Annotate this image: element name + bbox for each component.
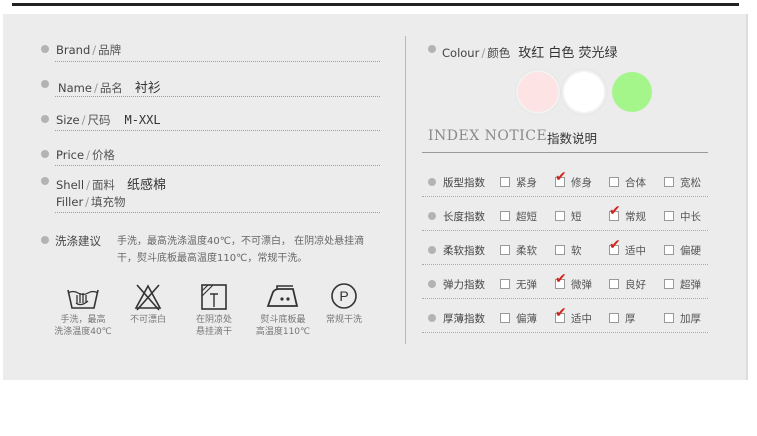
index-option[interactable]: 微弹 — [555, 271, 592, 292]
bullet — [428, 212, 436, 220]
name-label: Name — [58, 81, 92, 95]
index-option[interactable]: 中长 — [664, 209, 701, 224]
bullet — [41, 150, 49, 158]
shell-cn: 面料 — [91, 178, 115, 192]
index-rule — [422, 152, 708, 153]
filler-label: Filler — [56, 195, 84, 209]
shell-label: Shell — [56, 178, 85, 192]
swatch-white[interactable] — [562, 70, 606, 114]
svg-text:P: P — [339, 288, 348, 304]
care-label: 洗涤建议 — [55, 234, 101, 248]
bullet — [428, 314, 436, 322]
colour-values: 玫红 白色 荧光绿 — [518, 46, 618, 61]
hand-wash-icon — [63, 282, 103, 312]
name-value: 衬衫 — [134, 81, 161, 96]
shell-row: Shell / 面料 纸感棉 — [56, 178, 166, 193]
bullet — [41, 80, 49, 88]
index-option[interactable]: 偏硬 — [664, 243, 701, 258]
size-value: M-XXL — [124, 113, 161, 127]
index-option[interactable]: 常规 — [609, 203, 646, 224]
bullet — [428, 246, 436, 254]
colour-cn: 颜色 — [487, 46, 511, 60]
top-rule — [12, 3, 739, 6]
care-text: 手洗，最高洗涤温度40℃，不可漂白， 在阴凉处悬挂滴干，熨斗底板最高温度110℃… — [117, 236, 365, 264]
index-option[interactable]: 厚 — [609, 311, 636, 326]
drip-dry-label: 在阴凉处 悬挂滴干 — [195, 315, 232, 337]
bullet — [428, 280, 436, 288]
bullet — [41, 45, 49, 53]
name-row: Name / 品名 衬衫 — [58, 81, 161, 96]
index-option[interactable]: 修身 — [555, 169, 592, 190]
dotted-line — [55, 165, 380, 166]
index-label: 版型指数 — [443, 177, 485, 189]
bullet — [428, 45, 436, 53]
brand-cn: 品牌 — [98, 43, 122, 57]
dry-clean-label: 常规干洗 — [325, 315, 362, 325]
no-bleach-icon — [128, 282, 168, 312]
dotted-line — [422, 264, 708, 265]
swatch-fluorescent-green[interactable] — [612, 72, 652, 112]
dotted-line — [55, 96, 380, 97]
index-option[interactable]: 加厚 — [664, 311, 701, 326]
bullet — [41, 236, 49, 244]
index-option[interactable]: 适中 — [609, 237, 646, 258]
index-option[interactable]: 超短 — [500, 209, 537, 224]
column-divider — [405, 36, 406, 344]
dry-clean-icon: P — [324, 282, 364, 312]
index-option[interactable]: 柔软 — [500, 243, 537, 258]
dotted-line — [422, 196, 708, 197]
index-option[interactable]: 短 — [555, 209, 582, 224]
index-option[interactable]: 合体 — [609, 175, 646, 190]
dotted-line — [422, 332, 708, 333]
index-option[interactable]: 软 — [555, 243, 582, 258]
brand-label: Brand — [56, 43, 91, 57]
index-option[interactable]: 紧身 — [500, 175, 537, 190]
size-label: Size — [56, 113, 80, 127]
price-label: Price — [56, 148, 85, 162]
shell-value: 纸感棉 — [126, 178, 166, 193]
index-label: 长度指数 — [443, 211, 485, 223]
size-cn: 尺码 — [87, 113, 111, 127]
index-label: 厚薄指数 — [443, 313, 485, 325]
brand-row: Brand / 品牌 — [56, 43, 122, 57]
index-label: 弹力指数 — [443, 279, 485, 291]
dotted-line — [55, 212, 380, 213]
index-label: 柔软指数 — [443, 245, 485, 257]
swatch-rose[interactable] — [516, 70, 560, 114]
panel-edge — [746, 14, 748, 380]
size-row: Size / 尺码 M-XXL — [56, 113, 161, 127]
index-option[interactable]: 良好 — [609, 277, 646, 292]
index-option[interactable]: 超弹 — [664, 277, 701, 292]
dotted-line — [422, 230, 708, 231]
dotted-line — [55, 130, 380, 131]
iron-icon — [263, 282, 303, 312]
index-option[interactable]: 宽松 — [664, 175, 701, 190]
price-row: Price / 价格 — [56, 148, 115, 162]
colour-label: Colour — [442, 46, 480, 60]
bullet — [41, 115, 49, 123]
bullet — [41, 177, 49, 185]
index-option[interactable]: 适中 — [555, 305, 592, 326]
filler-row: Filler / 填充物 — [56, 195, 126, 209]
index-option[interactable]: 无弹 — [500, 277, 537, 292]
name-cn: 品名 — [99, 81, 123, 95]
colour-row: Colour / 颜色 玫红 白色 荧光绿 — [442, 46, 618, 61]
index-title-cn: 指数说明 — [547, 131, 598, 146]
filler-cn: 填充物 — [91, 195, 126, 209]
dotted-line — [55, 61, 380, 62]
dotted-line — [422, 298, 708, 299]
price-cn: 价格 — [91, 148, 115, 162]
drip-dry-shade-icon — [194, 282, 234, 312]
bullet — [428, 178, 436, 186]
index-option[interactable]: 偏薄 — [500, 311, 537, 326]
index-title: INDEX NOTICE — [428, 128, 548, 144]
